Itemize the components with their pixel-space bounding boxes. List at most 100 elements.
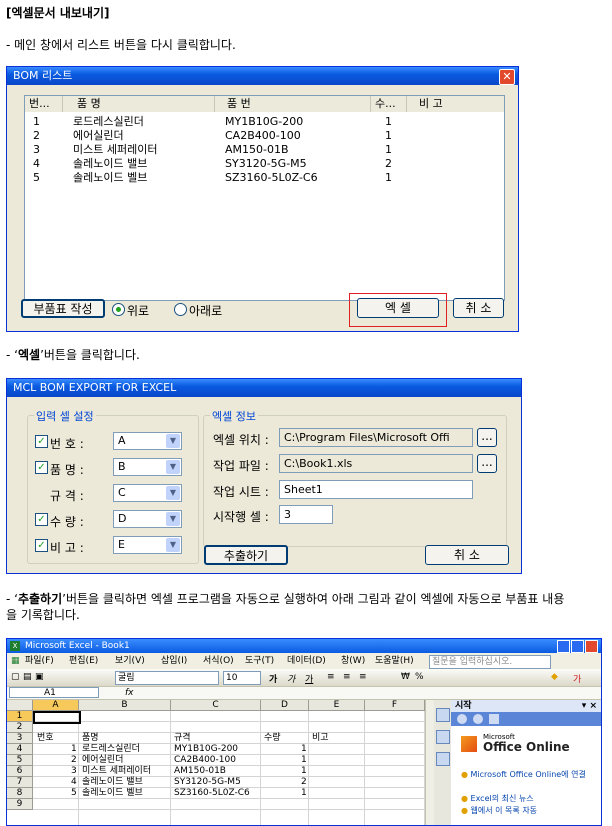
col-header-e[interactable]: E: [309, 700, 365, 711]
menu-view[interactable]: 보기(V): [115, 653, 145, 669]
menu-insert[interactable]: 삽입(I): [161, 653, 187, 669]
table-cell[interactable]: 1: [71, 744, 77, 755]
home-icon[interactable]: [489, 714, 499, 724]
checkbox-qty[interactable]: ✓: [35, 513, 48, 526]
cell-header-spec[interactable]: 규격: [174, 733, 191, 744]
table-cell[interactable]: 솔레노이드 밸브: [82, 777, 143, 788]
radio-up-label[interactable]: 위로: [127, 302, 149, 319]
select-qty-column[interactable]: D ▼: [113, 510, 182, 528]
table-cell[interactable]: MY1B10G-200: [174, 744, 238, 755]
menu-data[interactable]: 데이터(D): [287, 653, 326, 669]
task-pane-link[interactable]: ● Excel의 최신 뉴스: [461, 794, 593, 804]
chevron-down-icon[interactable]: ▼: [166, 460, 180, 474]
table-cell[interactable]: 2: [71, 755, 77, 766]
menu-window[interactable]: 창(W): [341, 653, 365, 669]
checkbox-no[interactable]: ✓: [35, 435, 48, 448]
table-cell[interactable]: 3: [71, 766, 77, 777]
row-header[interactable]: 5: [7, 755, 33, 766]
work-sheet-field[interactable]: Sheet1: [279, 480, 473, 499]
radio-up[interactable]: [112, 303, 125, 316]
list-item[interactable]: 2 에어실린더 CA2B400-100 1: [25, 129, 504, 143]
list-item[interactable]: 4 솔레노이드 밸브 SY3120-5G-M5 2: [25, 157, 504, 171]
task-pane-link[interactable]: ● 웹에서 이 목록 자동: [461, 806, 593, 816]
chevron-down-icon[interactable]: ▼: [166, 434, 180, 448]
table-cell[interactable]: 로드레스실린더: [82, 744, 140, 755]
export-dialog-titlebar[interactable]: MCL BOM EXPORT FOR EXCEL: [7, 379, 521, 397]
menu-tools[interactable]: 도구(T): [245, 653, 274, 669]
work-file-field[interactable]: C:\Book1.xls: [279, 454, 473, 473]
help-icon[interactable]: [436, 752, 450, 766]
task-pane-link[interactable]: ● Microsoft Office Online에 연결: [461, 770, 593, 780]
select-all-corner[interactable]: [7, 700, 33, 711]
col-header-qty[interactable]: 수...: [371, 96, 407, 112]
currency-icon[interactable]: ₩: [401, 672, 410, 682]
forward-icon[interactable]: [473, 714, 483, 724]
fill-color-icon[interactable]: ◆: [551, 672, 558, 682]
function-icon[interactable]: fx: [125, 687, 134, 699]
cancel-button[interactable]: 취 소: [453, 298, 504, 318]
row-header[interactable]: 8: [7, 788, 33, 799]
italic-icon[interactable]: 가: [287, 672, 295, 685]
cell-header-name[interactable]: 품명: [82, 733, 99, 744]
task-pane-close-icon[interactable]: ▾ ×: [582, 700, 597, 712]
row-header[interactable]: 7: [7, 777, 33, 788]
research-icon[interactable]: [436, 708, 450, 722]
back-icon[interactable]: [457, 714, 467, 724]
close-icon[interactable]: ✕: [499, 69, 515, 85]
print-icon[interactable]: ▣: [35, 672, 44, 682]
row-header[interactable]: 1: [7, 711, 33, 722]
bom-list-view[interactable]: 번... 품 명 품 번 수... 비 고 1 로드레스실린더 MY1B10G-20…: [24, 95, 505, 301]
radio-down-label[interactable]: 아래로: [189, 302, 222, 319]
col-header-b[interactable]: B: [79, 700, 171, 711]
cell-header-qty[interactable]: 수량: [264, 733, 281, 744]
worksheet-grid[interactable]: A B C D E F 1 2 3 4 5 6 7 8 9 번호 품명 규격 수…: [7, 700, 425, 825]
chevron-down-icon[interactable]: ▼: [166, 486, 180, 500]
align-center-icon[interactable]: ≡: [343, 672, 351, 682]
table-cell[interactable]: 4: [71, 777, 77, 788]
table-cell[interactable]: 솔레노이드 벨브: [82, 788, 143, 799]
active-cell[interactable]: [33, 711, 81, 724]
select-remark-column[interactable]: E ▼: [113, 536, 182, 554]
menu-file[interactable]: 파일(F): [25, 653, 54, 669]
row-header[interactable]: 9: [7, 799, 33, 810]
help-search-input[interactable]: 질문을 입력하십시오.: [429, 655, 551, 669]
radio-down[interactable]: [174, 303, 187, 316]
col-header-name[interactable]: 품 명: [63, 96, 215, 112]
close-icon[interactable]: [585, 640, 598, 653]
table-cell[interactable]: 1: [301, 744, 307, 755]
browse-file-button[interactable]: ...: [477, 454, 497, 473]
excel-button[interactable]: 엑 셀: [357, 298, 439, 318]
checkbox-name[interactable]: ✓: [35, 461, 48, 474]
table-cell[interactable]: AM150-01B: [174, 766, 226, 777]
font-name-select[interactable]: 굴림: [115, 671, 219, 685]
start-row-field[interactable]: 3: [279, 505, 333, 524]
select-spec-column[interactable]: C ▼: [113, 484, 182, 502]
col-header-c[interactable]: C: [171, 700, 261, 711]
cell-header-remark[interactable]: 비고: [312, 733, 329, 744]
table-cell[interactable]: SY3120-5G-M5: [174, 777, 241, 788]
table-cell[interactable]: 2: [301, 777, 307, 788]
open-file-icon[interactable]: ▤: [23, 672, 32, 682]
table-cell[interactable]: 5: [71, 788, 77, 799]
align-right-icon[interactable]: ≡: [359, 672, 367, 682]
clipboard-icon[interactable]: [436, 730, 450, 744]
new-file-icon[interactable]: ▢: [11, 672, 20, 682]
table-cell[interactable]: 1: [301, 766, 307, 777]
name-box[interactable]: A1: [9, 687, 99, 698]
bold-icon[interactable]: 가: [269, 672, 277, 685]
cell-header-no[interactable]: 번호: [37, 733, 54, 744]
col-header-part[interactable]: 품 번: [215, 96, 371, 112]
font-color-icon[interactable]: 가: [573, 672, 581, 685]
row-header[interactable]: 6: [7, 766, 33, 777]
extract-button[interactable]: 추출하기: [204, 545, 288, 565]
menu-edit[interactable]: 편집(E): [69, 653, 98, 669]
row-header[interactable]: 3: [7, 733, 33, 744]
col-header-f[interactable]: F: [365, 700, 425, 711]
checkbox-remark[interactable]: ✓: [35, 539, 48, 552]
restore-icon[interactable]: [571, 640, 584, 653]
list-item[interactable]: 5 솔레노이드 벨브 SZ3160-5L0Z-C6 1: [25, 171, 504, 185]
col-header-no[interactable]: 번...: [25, 96, 63, 112]
browse-excel-button[interactable]: ...: [477, 428, 497, 447]
col-header-a[interactable]: A: [33, 700, 79, 711]
vertical-scrollbar[interactable]: [425, 700, 434, 825]
